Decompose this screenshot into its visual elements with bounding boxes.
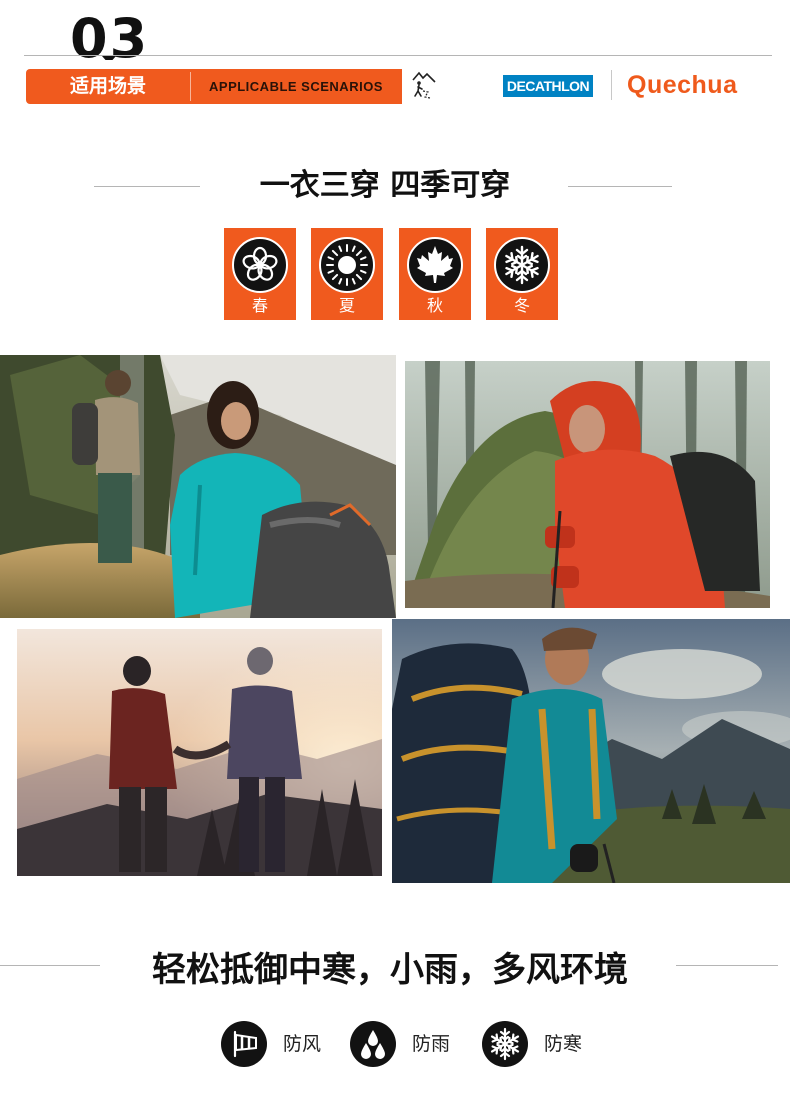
heading-primary: 一衣三穿 四季可穿	[259, 168, 511, 203]
raindrops-icon	[350, 1021, 396, 1067]
season-spring: 春	[224, 228, 296, 320]
feature-label: 防风	[283, 1033, 322, 1055]
sun-icon	[319, 237, 375, 293]
heading2-rule-right	[676, 965, 778, 966]
season-winter: 冬	[486, 228, 558, 320]
season-summer: 夏	[311, 228, 383, 320]
snowflake-icon	[482, 1021, 528, 1067]
section-number: 03	[70, 4, 170, 60]
heading-secondary: 轻松抵御中寒，小雨，多风环境	[152, 950, 628, 990]
feature-label: 防寒	[544, 1033, 583, 1055]
header-divider	[24, 55, 772, 56]
season-label: 夏	[338, 296, 355, 315]
flower-icon	[232, 237, 288, 293]
decathlon-logo: DECATHLON	[503, 75, 593, 97]
snowflake-icon	[494, 237, 550, 293]
windsock-icon	[221, 1021, 267, 1067]
season-label: 春	[251, 296, 268, 315]
section-number-pointer	[102, 56, 116, 60]
quechua-logo: Quechua	[627, 71, 738, 99]
scenario-tag-en: APPLICABLE SCENARIOS	[209, 79, 383, 94]
heading-rule-left	[94, 186, 200, 187]
maple-leaf-icon	[407, 237, 463, 293]
hiker-forest-rock-photo	[405, 361, 770, 608]
couple-sunset-photo	[17, 629, 382, 876]
season-label: 冬	[513, 296, 530, 315]
mountain-hiker-icon	[401, 70, 438, 102]
season-autumn: 秋	[399, 228, 471, 320]
hiker-backpack-mountain-photo	[392, 619, 790, 883]
heading-rule-right	[568, 186, 672, 187]
feature-label: 防雨	[412, 1033, 451, 1055]
logo-divider	[611, 70, 612, 100]
scenario-tag-cn: 适用场景	[69, 75, 146, 97]
season-label: 秋	[426, 296, 443, 315]
four-seasons-heading: 一衣三穿 四季可穿	[0, 163, 790, 209]
hikers-waterfall-photo	[0, 355, 396, 618]
heading2-rule-left	[0, 965, 100, 966]
